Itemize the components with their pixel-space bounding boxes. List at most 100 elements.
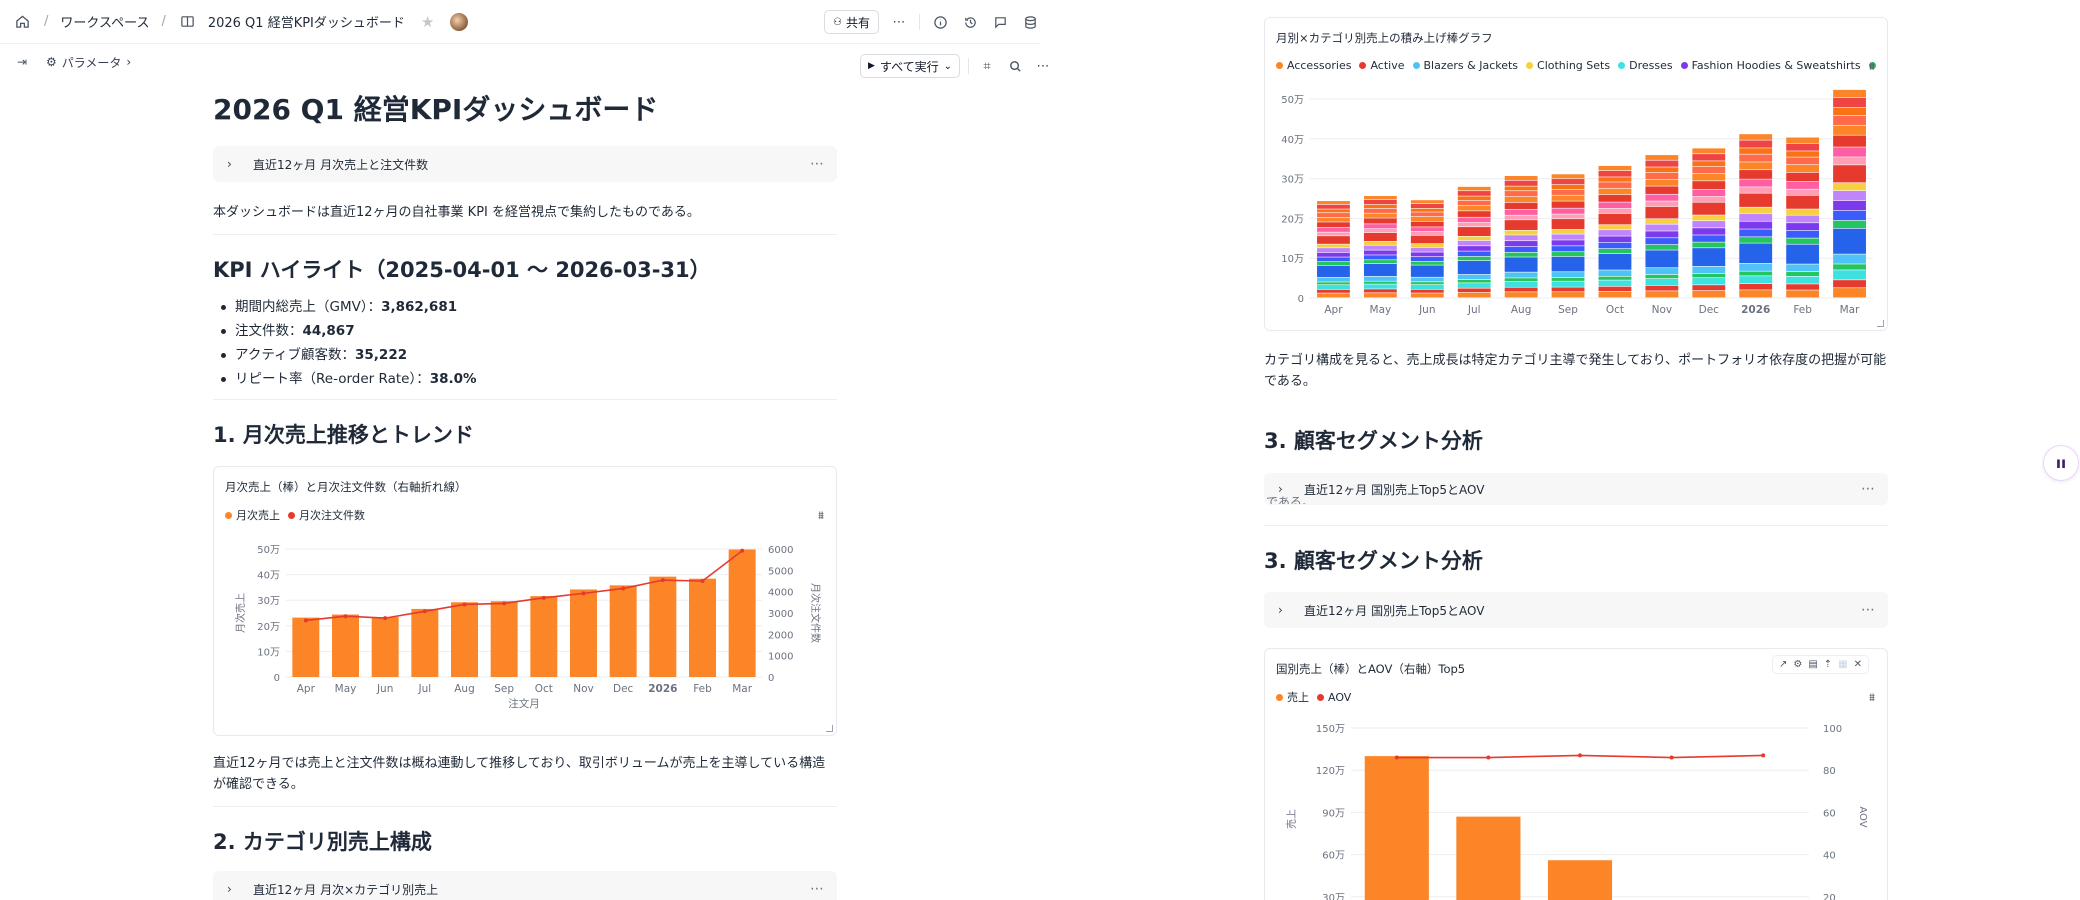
stacked-bar-segment [1786, 238, 1820, 244]
stacked-bar-segment [1786, 195, 1820, 209]
resize-handle[interactable] [1877, 320, 1884, 327]
x-tick-label: Dec [613, 683, 634, 695]
stacked-bar-segment [1598, 291, 1632, 298]
stacked-bar-segment [1363, 276, 1397, 281]
stacked-bar-segment [1645, 201, 1679, 207]
breadcrumb-doc-title[interactable]: 2026 Q1 経営KPIダッシュボード [208, 12, 405, 31]
search-icon[interactable] [1005, 56, 1025, 76]
breadcrumb-workspace[interactable]: ワークスペース [60, 12, 149, 31]
chart-card-category-stacked[interactable]: 月別×カテゴリ別売上の積み上げ棒グラフ Accessories Active Bla… [1264, 17, 1888, 331]
stacked-bar-segment [1410, 231, 1444, 236]
more-icon[interactable]: ⋯ [810, 881, 825, 897]
stacked-bar-segment [1598, 280, 1632, 287]
stacked-bar-segment [1551, 184, 1585, 190]
stacked-bar-segment [1786, 264, 1820, 272]
comment-icon[interactable] [990, 12, 1010, 32]
params-label: パラメータ [61, 55, 122, 70]
more-icon[interactable]: ⋯ [889, 12, 909, 32]
stacked-bar-segment [1645, 238, 1679, 245]
chevron-right-icon[interactable]: › [227, 882, 239, 896]
stacked-bar-segment [1692, 174, 1726, 181]
kpi-list: 期間内総売上（GMV）：3,862,681 注文件数：44,867 アクティブ顧… [213, 295, 837, 391]
stacked-bar-segment [1598, 230, 1632, 236]
chart-card-country-sales[interactable]: 国別売上（棒）とAOV（右軸）Top5 ↗ ⚙ ▤ ⇡ ▦ ✕ 売上 AOV ⩩… [1264, 648, 1888, 900]
stacked-bar-segment [1833, 288, 1866, 298]
chevron-right-icon[interactable]: › [1278, 603, 1290, 617]
resize-handle[interactable] [826, 725, 833, 732]
x-tick-label: Aug [1511, 304, 1532, 316]
line-point [383, 616, 388, 621]
stacked-bar-segment [1317, 277, 1350, 282]
share-button[interactable]: ⚇ 共有 [824, 10, 879, 34]
stacked-bar-segment [1739, 170, 1773, 179]
y2-tick-label: 80 [1823, 766, 1836, 777]
divider [213, 806, 837, 807]
cell-title: 直近12ヶ月 国別売上Top5とAOV [1304, 603, 1485, 618]
history-icon[interactable] [960, 12, 980, 32]
y-tick-label: 40万 [257, 571, 280, 582]
stacked-bar-segment [1692, 266, 1726, 274]
line-point [422, 609, 427, 614]
stacked-bar-segment [1410, 235, 1444, 244]
stacked-bar-segment [1317, 293, 1350, 298]
star-icon[interactable]: ★ [421, 13, 434, 31]
stacked-bar-segment [1692, 221, 1726, 228]
stacked-bar-segment [1457, 236, 1491, 241]
params-toggle[interactable]: ⚙ パラメータ › [46, 54, 131, 71]
stacked-bar-segment [1410, 212, 1444, 217]
code-cell-collapsed[interactable]: › 直近12ヶ月 国別売上Top5とAOV ⋯ [1264, 592, 1888, 628]
more-icon[interactable]: ⋯ [1033, 56, 1053, 76]
stacked-bar-segment [1786, 276, 1820, 284]
list-item: アクティブ顧客数：35,222 [213, 343, 837, 367]
stacked-bar-segment [1692, 148, 1726, 154]
line-point [1486, 755, 1491, 760]
code-cell-collapsed[interactable]: › 直近12ヶ月 月次×カテゴリ別売上 ⋯ [213, 871, 837, 900]
stacked-bar-segment [1598, 213, 1632, 225]
kpi-label: 注文件数： [235, 323, 303, 339]
chevron-right-icon[interactable]: › [227, 157, 239, 171]
stacked-bar-segment [1317, 261, 1350, 266]
stacked-bar-segment [1598, 253, 1632, 270]
stacked-bar-segment [1598, 182, 1632, 188]
stacked-bar-segment [1833, 220, 1866, 229]
code-cell-collapsed[interactable]: › 直近12ヶ月 国別売上Top5とAOV ⋯ [1264, 473, 1888, 505]
chart-card-monthly-sales[interactable]: 月次売上（棒）と月次注文件数（右軸折れ線） 月次売上 月次注文件数 ⩩ 0 10万… [213, 466, 837, 736]
database-icon[interactable] [1020, 12, 1040, 32]
stacked-bar-segment [1551, 287, 1585, 292]
stacked-bar-segment [1317, 217, 1350, 222]
x-tick-label: Nov [1652, 304, 1673, 316]
stacked-bar-segment [1645, 285, 1679, 291]
stacked-bar-segment [1598, 177, 1632, 182]
stacked-bar-segment [1551, 174, 1585, 179]
stacked-bar-segment [1786, 272, 1820, 277]
frame-icon[interactable]: ⌗ [977, 56, 997, 76]
more-icon[interactable]: ⋯ [1861, 481, 1876, 497]
more-icon[interactable]: ⋯ [810, 156, 825, 172]
stacked-bar-segment [1317, 213, 1350, 218]
stacked-bar-segment [1833, 264, 1866, 270]
y-tick-label: 40万 [1281, 135, 1304, 146]
stacked-bar-segment [1410, 284, 1444, 290]
home-icon[interactable] [12, 12, 32, 32]
more-icon[interactable]: ⋯ [1861, 602, 1876, 618]
stacked-bar-segment [1739, 134, 1773, 140]
stacked-bar-segment [1833, 147, 1866, 157]
avatar[interactable] [450, 12, 469, 31]
stacked-bar-segment [1833, 190, 1866, 201]
y-axis-label: 売上 [1285, 809, 1298, 829]
code-cell-collapsed[interactable]: › 直近12ヶ月 月次売上と注文件数 ⋯ [213, 146, 837, 182]
y2-axis-label: AOV [1857, 806, 1868, 827]
assistant-button[interactable]: ıı [2043, 445, 2079, 481]
stacked-bar-segment [1833, 210, 1866, 221]
stacked-bar-segment [1457, 191, 1491, 196]
stacked-bar-segment [1363, 260, 1397, 264]
line-point [462, 602, 467, 607]
stacked-bar-segment [1410, 277, 1444, 282]
info-icon[interactable] [930, 12, 950, 32]
x-tick-label: Mar [732, 683, 752, 695]
stacked-bar-segment [1317, 244, 1350, 248]
run-all-button[interactable]: ▶ すべて実行 ⌄ [860, 54, 960, 78]
stacked-bar-segment [1833, 157, 1866, 165]
collapse-sidebar-icon[interactable]: ⇥ [12, 52, 32, 72]
stacked-bar-segment [1363, 264, 1397, 277]
